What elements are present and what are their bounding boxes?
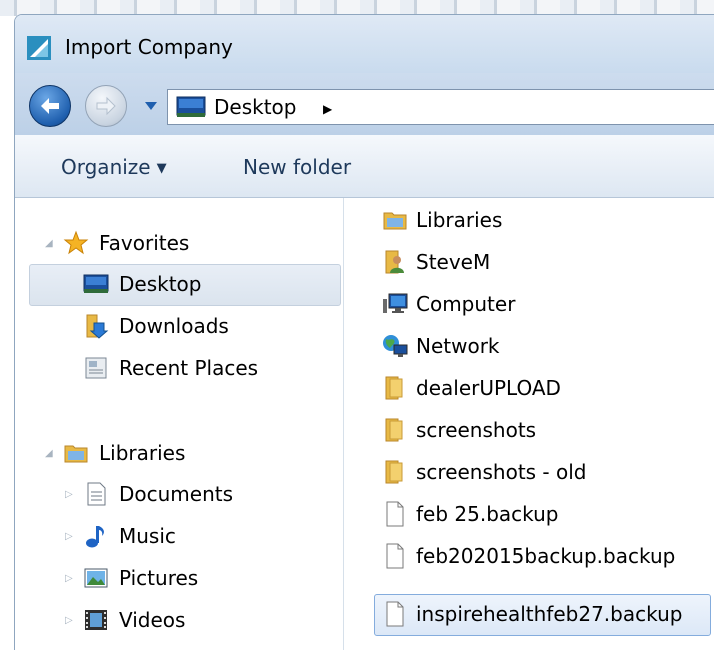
videos-icon [85,610,107,630]
nav-item-label: Documents [119,482,234,506]
file-icon [386,543,404,569]
expand-arrow-icon[interactable]: ▷ [65,573,73,584]
recent-places-icon [85,357,107,379]
collapse-arrow-icon[interactable]: ◢ [45,448,53,459]
command-toolbar: Organize ▼ New folder [15,135,714,198]
file-name: feb202015backup.backup [416,544,676,568]
list-item-folder[interactable]: screenshots - old [382,453,587,491]
nav-item-recent-places[interactable]: Recent Places [83,349,258,387]
star-icon [63,230,89,255]
file-name: SteveM [416,250,491,274]
file-icon [386,501,404,527]
downloads-folder-icon [86,314,109,339]
libraries-icon [383,212,407,230]
music-icon [86,526,104,548]
title-bar[interactable]: Import Company [15,15,714,73]
desktop-icon [176,96,206,117]
file-name: screenshots - old [416,460,587,484]
nav-item-videos[interactable]: ▷ Videos [65,601,185,639]
forward-button[interactable] [85,85,127,127]
window-title: Import Company [65,35,233,59]
nav-item-label: Videos [119,608,186,632]
nav-favorites[interactable]: ◢ Favorites [45,224,189,262]
user-folder-icon [385,250,404,274]
list-item-folder[interactable]: dealerUPLOAD [382,369,561,407]
file-list: Libraries SteveM Computer Network dealer… [344,198,714,650]
folder-icon [385,418,403,442]
nav-item-music[interactable]: ▷ Music [65,517,176,555]
nav-libraries[interactable]: ◢ Libraries [45,434,185,472]
list-item-libraries[interactable]: Libraries [382,201,502,239]
nav-item-desktop[interactable]: Desktop [83,265,201,303]
folder-icon [385,376,403,400]
organize-button[interactable]: Organize ▼ [61,155,167,179]
breadcrumb-arrow-icon[interactable]: ▶ [323,102,332,116]
chevron-down-icon: ▼ [156,161,167,176]
recent-pages-dropdown-icon[interactable] [144,101,158,111]
network-icon [383,335,408,357]
list-item-network[interactable]: Network [382,327,500,365]
file-name: inspirehealthfeb27.backup [416,602,683,626]
list-item-computer[interactable]: Computer [382,285,515,323]
organize-label: Organize [61,155,151,179]
file-name: Computer [416,292,516,316]
computer-icon [383,293,408,313]
new-folder-button[interactable]: New folder [243,155,351,179]
nav-item-documents[interactable]: ▷ Documents [65,475,233,513]
expand-arrow-icon[interactable]: ▷ [65,531,73,542]
nav-item-pictures[interactable]: ▷ Pictures [65,559,198,597]
forward-arrow-icon [96,96,116,116]
list-item-stevem[interactable]: SteveM [382,243,490,281]
nav-item-downloads[interactable]: Downloads [83,307,229,345]
nav-item-label: Downloads [119,314,229,338]
file-icon [386,601,404,627]
pictures-icon [84,568,108,588]
list-item-file-selected[interactable]: inspirehealthfeb27.backup [382,595,682,633]
folder-icon [385,460,403,484]
favorites-label: Favorites [99,231,190,255]
navigation-bar: Desktop ▶ [15,73,714,135]
app-icon [27,36,51,60]
file-name: Network [416,334,500,358]
import-company-dialog: Import Company Desktop ▶ Organize ▼ New … [14,14,714,650]
file-name: dealerUPLOAD [416,376,561,400]
new-folder-label: New folder [243,155,352,179]
libraries-icon [64,445,88,463]
nav-item-label: Pictures [119,566,199,590]
back-button[interactable] [29,85,71,127]
list-item-file[interactable]: feb202015backup.backup [382,537,675,575]
back-arrow-icon [41,98,59,114]
address-bar[interactable]: Desktop ▶ [167,89,714,125]
libraries-label: Libraries [99,441,186,465]
documents-icon [87,482,106,506]
address-location: Desktop [214,95,297,119]
nav-item-label: Music [119,524,176,548]
nav-item-label: Desktop [119,272,202,296]
list-item-folder[interactable]: screenshots [382,411,536,449]
nav-item-label: Recent Places [119,356,259,380]
navigation-pane: ◢ Favorites Desktop Downloads Recent Pla… [15,198,344,650]
expand-arrow-icon[interactable]: ▷ [65,489,73,500]
collapse-arrow-icon[interactable]: ◢ [45,238,53,249]
file-name: feb 25.backup [416,502,559,526]
file-name: screenshots [416,418,537,442]
desktop-icon [83,274,109,293]
file-name: Libraries [416,208,503,232]
list-item-file[interactable]: feb 25.backup [382,495,559,533]
expand-arrow-icon[interactable]: ▷ [65,615,73,626]
